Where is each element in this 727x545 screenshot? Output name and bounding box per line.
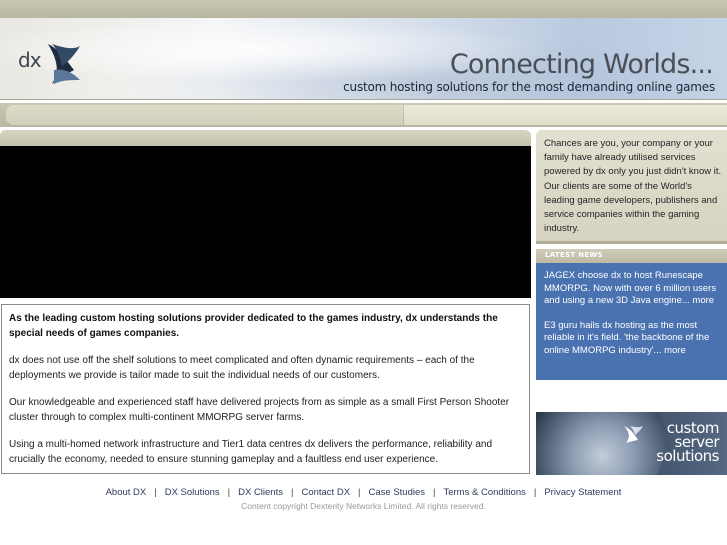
content-paragraph: dx does not use off the shelf solutions … xyxy=(9,355,475,381)
footer-separator: | xyxy=(533,487,537,498)
news-more-link[interactable]: more xyxy=(664,345,686,356)
news-item-text: JAGEX choose dx to host Runescape MMORPG… xyxy=(544,270,717,306)
lead-paragraph: As the leading custom hosting solutions … xyxy=(9,313,498,339)
intro-text: Chances are you, your company or your fa… xyxy=(544,138,722,235)
footer-separator: | xyxy=(154,487,157,498)
nav-bar-left xyxy=(6,105,403,125)
content-paragraph: Using a multi-homed network infrastructu… xyxy=(9,439,493,465)
news-heading-bar: LATEST NEWS xyxy=(536,249,727,263)
tunnel-graphic xyxy=(536,412,666,475)
subtagline: custom hosting solutions for the most de… xyxy=(343,80,715,94)
footer-link-terms[interactable]: Terms & Conditions xyxy=(443,487,525,498)
footer-separator: | xyxy=(358,487,361,498)
news-heading: LATEST NEWS xyxy=(545,251,603,259)
news-item: E3 guru hails dx hosting as the most rel… xyxy=(544,320,719,358)
footer-link-case-studies[interactable]: Case Studies xyxy=(369,487,426,498)
intro-box: Chances are you, your company or your fa… xyxy=(536,130,727,244)
footer-link-privacy[interactable]: Privacy Statement xyxy=(544,487,621,498)
nav-bar xyxy=(0,103,727,127)
news-item: JAGEX choose dx to host Runescape MMORPG… xyxy=(544,270,719,308)
footer-separator: | xyxy=(227,487,231,498)
footer-link-clients[interactable]: DX Clients xyxy=(238,487,283,498)
nav-bar-right xyxy=(404,105,727,125)
tagline: Connecting Worlds... xyxy=(449,49,714,80)
footer-links: About DX | DX Solutions | DX Clients | Contact… xyxy=(0,487,727,498)
custom-server-solutions-banner[interactable]: custom server solutions xyxy=(536,412,727,475)
main-column-header xyxy=(0,130,531,146)
top-strip xyxy=(0,0,727,18)
dx-mark-icon xyxy=(624,426,643,443)
footer-link-solutions[interactable]: DX Solutions xyxy=(165,487,220,498)
footer-separator: | xyxy=(290,487,294,498)
copyright-text: Content copyright Dexterity Networks Lim… xyxy=(241,501,486,511)
main-content: As the leading custom hosting solutions … xyxy=(1,304,530,474)
video-player[interactable] xyxy=(0,146,531,298)
news-more-link[interactable]: more xyxy=(692,295,714,306)
content-paragraph: Our knowledgeable and experienced staff … xyxy=(9,397,510,423)
footer-separator: | xyxy=(433,487,436,498)
footer-link-contact[interactable]: Contact DX xyxy=(301,487,350,498)
news-panel: JAGEX choose dx to host Runescape MMORPG… xyxy=(536,263,727,380)
promo-line: solutions xyxy=(656,447,719,465)
promo-text: custom server solutions xyxy=(656,421,719,465)
logo-text: dx xyxy=(18,48,42,72)
footer-link-about[interactable]: About DX xyxy=(106,487,147,498)
